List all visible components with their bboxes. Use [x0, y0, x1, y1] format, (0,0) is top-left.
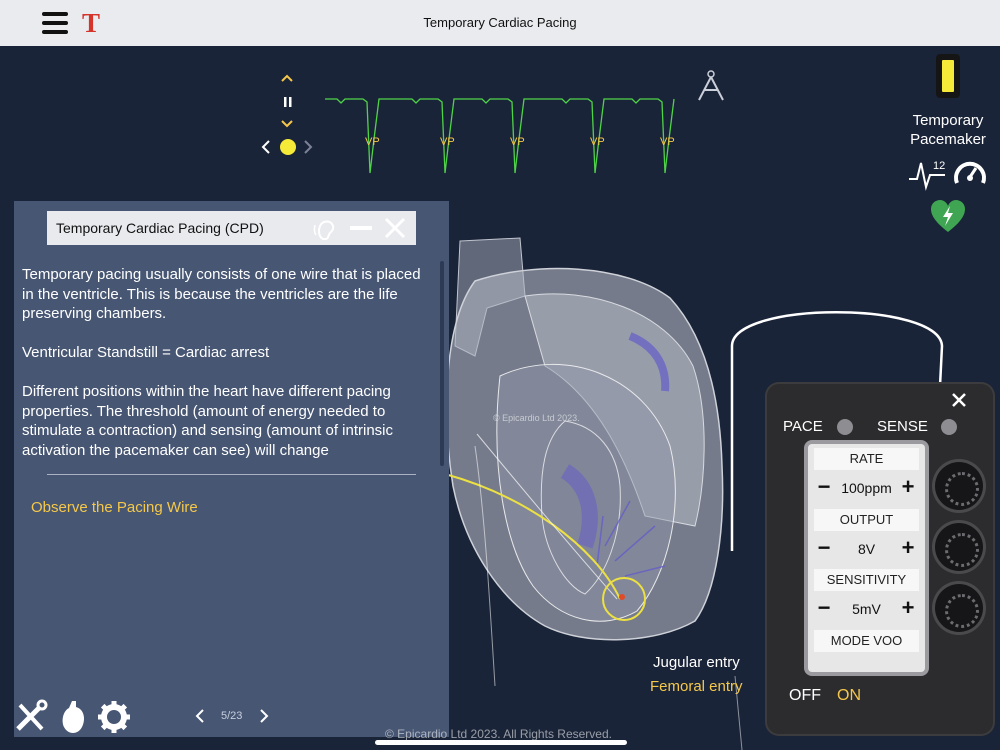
home-indicator [375, 740, 627, 745]
ecg-pacing-marker: VP [590, 136, 605, 148]
rate-increase-button[interactable]: + [900, 476, 916, 498]
pause-icon[interactable] [283, 96, 293, 108]
ecg-pacing-marker: VP [660, 136, 675, 148]
paragraph: Ventricular Standstill = Cardiac arrest [22, 344, 270, 361]
sense-indicator-light [941, 419, 957, 435]
previous-page-icon[interactable] [194, 708, 206, 724]
power-off-button[interactable]: OFF [789, 687, 821, 705]
chevron-right-icon[interactable] [302, 139, 314, 155]
minimize-icon[interactable] [350, 225, 372, 231]
temporary-pacemaker-label[interactable]: Temporary Pacemaker [902, 111, 994, 149]
close-icon[interactable] [384, 217, 406, 239]
position-indicator[interactable] [278, 137, 298, 157]
chevron-up-icon[interactable] [280, 73, 294, 83]
observe-pacing-wire-link[interactable]: Observe the Pacing Wire [31, 499, 198, 516]
speedometer-icon[interactable] [951, 155, 989, 191]
page-counter: 5/23 [221, 710, 243, 722]
app-title: Temporary Cardiac Pacing [423, 15, 577, 30]
next-page-icon[interactable] [258, 708, 270, 724]
top-bar: T Temporary Cardiac Pacing [0, 0, 1000, 46]
scrollbar[interactable] [440, 261, 444, 466]
page-navigation: 5/23 [194, 706, 274, 726]
chevron-left-icon[interactable] [260, 139, 272, 155]
sensitivity-label: SENSITIVITY [814, 569, 919, 591]
jugular-entry-label[interactable]: Jugular entry [653, 654, 740, 671]
side-toolbar: Temporary Pacemaker 12 [902, 52, 994, 239]
paragraph: Different positions within the heart hav… [22, 383, 394, 459]
output-increase-button[interactable]: + [900, 537, 916, 559]
panel-title: Temporary Cardiac Pacing (CPD) [56, 220, 264, 236]
svg-text:12: 12 [933, 160, 945, 172]
output-label: OUTPUT [814, 509, 919, 531]
sensitivity-knob[interactable] [935, 584, 983, 632]
heart-model-icon[interactable] [58, 697, 88, 737]
ecg-pacing-marker: VP [365, 136, 380, 148]
ecg-trace: VP VP VP VP VP [325, 98, 675, 174]
rate-knob[interactable] [935, 462, 983, 510]
ecg-12-lead-icon[interactable]: 12 [907, 155, 947, 191]
output-knob[interactable] [935, 523, 983, 571]
copyright-footer: © Epicardio Ltd 2023. All Rights Reserve… [385, 727, 612, 741]
copyright-watermark: © Epicardio Ltd 2023. [493, 413, 580, 423]
gear-icon[interactable] [96, 699, 132, 735]
rate-label: RATE [814, 448, 919, 470]
battery-icon[interactable] [933, 52, 963, 100]
ecg-pacing-marker: VP [440, 136, 455, 148]
pace-label: PACE [783, 418, 823, 435]
panel-body: Temporary pacing usually consists of one… [22, 265, 432, 480]
paragraph: Temporary pacing usually consists of one… [22, 266, 421, 322]
audio-narration-icon[interactable] [313, 217, 341, 241]
mode-button[interactable]: MODE VOO [814, 630, 919, 652]
ecg-pacing-marker: VP [510, 136, 525, 148]
pacemaker-screen: RATE − 100ppm + OUTPUT − 8V + SENSITIVIT… [808, 444, 925, 672]
chevron-down-icon[interactable] [280, 119, 294, 129]
defibrillator-heart-icon[interactable] [929, 198, 967, 234]
tools-icon[interactable] [14, 699, 48, 735]
pacemaker-device: PACE SENSE RATE − 100ppm + OUTPUT − 8V +… [765, 382, 995, 736]
panel-header: Temporary Cardiac Pacing (CPD) [47, 211, 416, 245]
divider [47, 474, 416, 475]
close-pacemaker-icon[interactable] [951, 392, 967, 408]
femoral-entry-label[interactable]: Femoral entry [650, 678, 743, 695]
sense-label: SENSE [877, 418, 928, 435]
calipers-icon[interactable] [695, 68, 727, 104]
sensitivity-increase-button[interactable]: + [900, 597, 916, 619]
power-on-button[interactable]: ON [837, 687, 861, 705]
pace-indicator-light [837, 419, 853, 435]
info-panel: Temporary Cardiac Pacing (CPD) Temporary… [14, 201, 449, 737]
